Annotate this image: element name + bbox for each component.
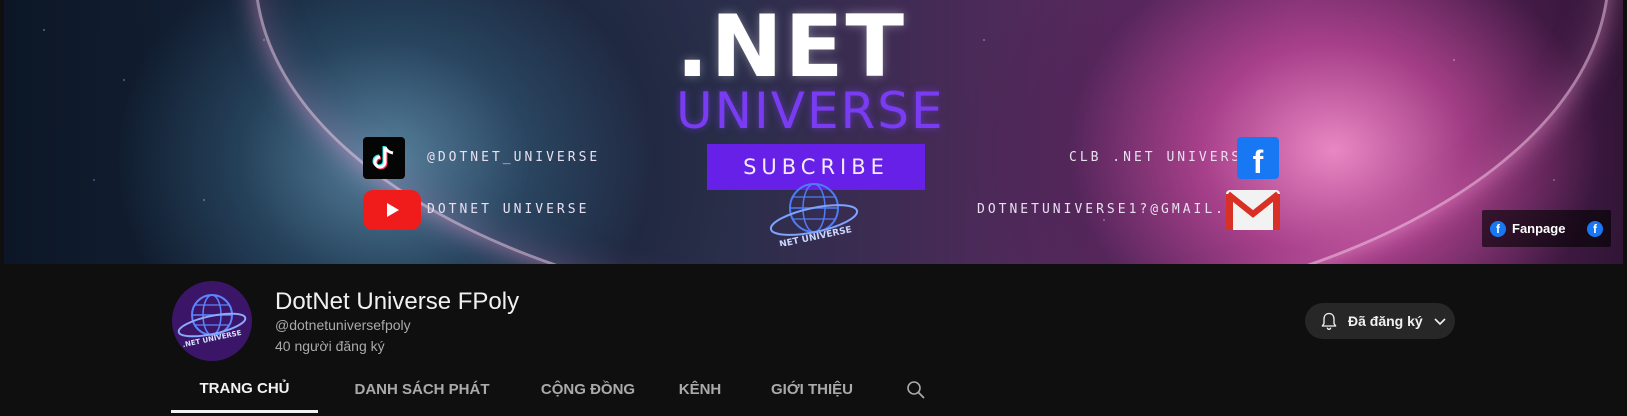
channel-banner: .NET UNIVERSE SUBCRIBE .NET UNIVERSE @DO…: [4, 0, 1623, 264]
search-icon: [907, 380, 925, 399]
facebook-icon: f: [1490, 220, 1506, 237]
channel-handle: @dotnetuniversefpoly: [275, 317, 411, 333]
tab-channels[interactable]: KÊNH: [660, 366, 740, 413]
channel-name: DotNet Universe FPoly: [275, 288, 520, 315]
contact-email: DOTNETUNIVERSE1?@GMAIL.COM: [977, 202, 1259, 217]
tab-label: DANH SÁCH PHÁT: [354, 381, 490, 398]
tab-community[interactable]: CỘNG ĐỒNG: [526, 366, 650, 413]
facebook-link-icon[interactable]: f: [1587, 220, 1603, 237]
channel-search-button[interactable]: [896, 366, 936, 413]
banner-title: .NET: [676, 0, 907, 97]
tab-label: KÊNH: [678, 381, 722, 398]
facebook-icon: f: [1237, 137, 1279, 179]
tab-label: CỘNG ĐỒNG: [540, 381, 636, 398]
globe-icon: .NET UNIVERSE: [177, 294, 247, 349]
gmail-icon: [1226, 190, 1280, 230]
youtube-channel-name: DOTNET UNIVERSE: [427, 202, 590, 217]
chevron-down-icon: [1434, 318, 1446, 326]
tiktok-icon: [363, 137, 405, 179]
channel-avatar[interactable]: .NET UNIVERSE: [172, 281, 252, 361]
fanpage-link[interactable]: Fanpage: [1512, 221, 1565, 236]
tab-about[interactable]: GIỚI THIỆU: [750, 366, 874, 413]
banner-links: f Fanpage f: [1482, 210, 1611, 247]
tab-label: GIỚI THIỆU: [771, 381, 853, 398]
channel-tabs: TRANG CHỦ DANH SÁCH PHÁT CỘNG ĐỒNG KÊNH …: [171, 366, 936, 413]
subscribed-label: Đã đăng ký: [1348, 313, 1423, 329]
subscribed-button[interactable]: Đã đăng ký: [1305, 303, 1455, 339]
tab-label: TRANG CHỦ: [199, 379, 290, 397]
facebook-page-name: CLB .NET UNIVERSE: [1069, 150, 1254, 165]
banner-subtitle: UNIVERSE: [676, 82, 945, 140]
tab-playlists[interactable]: DANH SÁCH PHÁT: [328, 366, 516, 413]
youtube-icon: [363, 190, 421, 230]
tiktok-handle: @DOTNET_UNIVERSE: [427, 150, 601, 165]
tab-home[interactable]: TRANG CHỦ: [171, 366, 318, 413]
bell-icon: [1321, 312, 1337, 330]
avatar-text: .NET UNIVERSE: [182, 329, 243, 349]
globe-icon: .NET UNIVERSE: [769, 183, 859, 246]
subscriber-count: 40 người đăng ký: [275, 338, 385, 354]
